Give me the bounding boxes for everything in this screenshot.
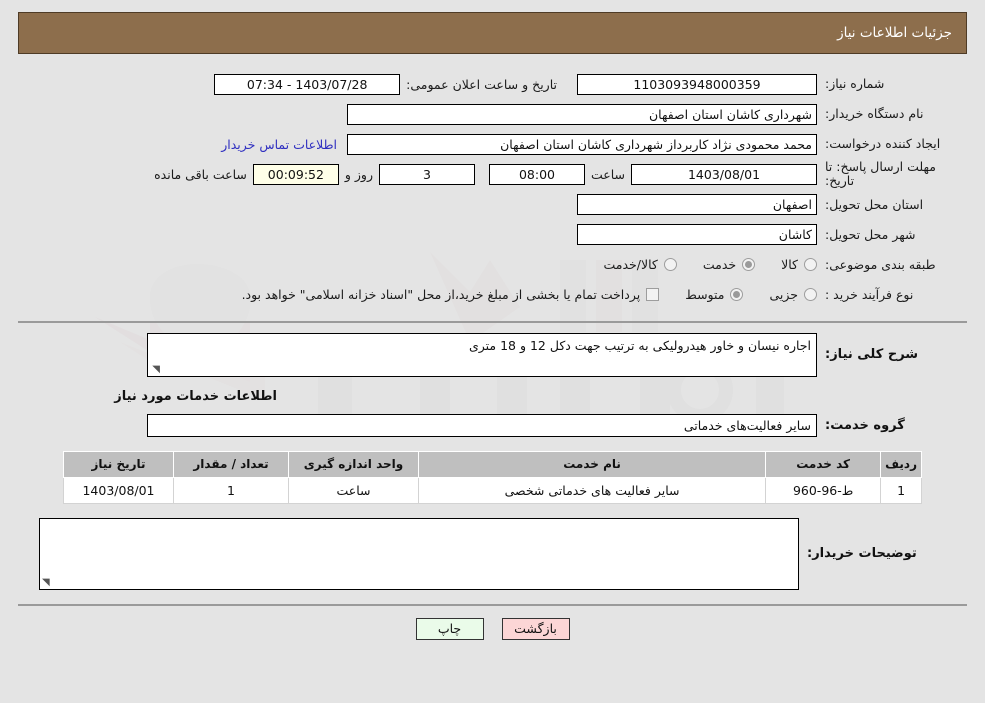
radio-icon-kala[interactable]: [804, 258, 817, 272]
th-unit: واحد اندازه گیری: [288, 450, 419, 478]
row-creator: ایجاد کننده درخواست: محمد محمودی نژاد کا…: [18, 130, 967, 158]
public-announce-label: تاریخ و ساعت اعلان عمومی:: [406, 76, 557, 92]
deadline-label: مهلت ارسال پاسخ: تا تاریخ:: [825, 159, 936, 189]
back-button[interactable]: بازگشت: [501, 617, 570, 640]
table-row: 1 ط-96-960 سایر فعالیت های خدماتی شخصی س…: [63, 476, 922, 504]
row-deadline: مهلت ارسال پاسخ: تا تاریخ: 1403/08/01 سا…: [18, 159, 967, 189]
category-option-khedmat[interactable]: خدمت: [702, 257, 756, 273]
process-option-motavaset-label: متوسط: [685, 287, 725, 303]
buyer-org-field[interactable]: شهرداری کاشان استان اصفهان: [347, 103, 817, 125]
print-button[interactable]: چاپ: [415, 617, 484, 640]
city-label: شهر محل تحویل:: [825, 226, 916, 242]
category-option-kala-khedmat[interactable]: کالا/خدمت: [603, 257, 677, 273]
th-need-date: تاریخ نیاز: [63, 450, 174, 478]
creator-label: ایجاد کننده درخواست:: [825, 136, 941, 152]
buyer-notes-textarea[interactable]: ◥: [39, 517, 799, 590]
services-section-title: اطلاعات خدمات مورد نیاز: [114, 388, 277, 404]
th-row-no: ردیف: [880, 450, 922, 478]
countdown-field: 00:09:52: [252, 163, 339, 185]
buyer-notes-row: توضیحات خریدار: ◥: [36, 517, 949, 590]
buyer-org-label: نام دستگاه خریدار:: [825, 106, 924, 122]
category-option-kala-label: کالا: [781, 257, 798, 273]
city-field[interactable]: کاشان: [577, 224, 817, 246]
cell-service-code: ط-96-960: [765, 476, 882, 504]
process-option-jozii-label: جزیی: [769, 287, 798, 303]
general-description-value: اجاره نیسان و خاور هیدرولیکی به ترتیب جه…: [468, 337, 811, 353]
th-service-name: نام خدمت: [417, 450, 767, 478]
category-option-khedmat-label: خدمت: [702, 257, 737, 273]
buyer-notes-label: توضیحات خریدار:: [807, 545, 917, 561]
general-description-label: شرح کلی نیاز:: [825, 347, 919, 363]
row-city: شهر محل تحویل: کاشان: [18, 221, 967, 249]
bottom-divider: [18, 603, 967, 606]
row-process-type: نوع فرآیند خرید : جزیی متوسط پرداخت تمام…: [18, 281, 967, 309]
cell-service-name: سایر فعالیت های خدماتی شخصی: [417, 476, 767, 504]
deadline-date-field[interactable]: 1403/08/01: [631, 163, 817, 185]
days-word-label: روز و: [344, 166, 373, 182]
category-option-kala[interactable]: کالا: [781, 257, 817, 272]
row-category: طبقه بندی موضوعی: کالا خدمت کالا/خدمت: [18, 251, 967, 279]
services-table-wrap: ردیف کد خدمت نام خدمت واحد اندازه گیری ت…: [63, 450, 922, 504]
need-info-panel: شماره نیاز: 1103093948000359 تاریخ و ساع…: [18, 64, 967, 323]
row-service-group: گروه خدمت: سایر فعالیت‌های خدماتی: [18, 413, 967, 437]
th-service-code: کد خدمت: [765, 450, 882, 478]
row-need-number: شماره نیاز: 1103093948000359 تاریخ و ساع…: [18, 70, 967, 98]
radio-icon-khedmat[interactable]: [742, 258, 756, 272]
page-title: جزئیات اطلاعات نیاز: [837, 25, 952, 41]
cell-quantity: 1: [173, 476, 289, 504]
row-general-description: شرح کلی نیاز: اجاره نیسان و خاور هیدرولی…: [18, 332, 967, 377]
cell-need-date: 1403/08/01: [63, 476, 174, 504]
page-title-bar: جزئیات اطلاعات نیاز: [18, 12, 967, 54]
process-option-jozii[interactable]: جزیی: [769, 287, 817, 302]
radio-icon-jozii[interactable]: [804, 288, 817, 302]
general-description-textarea[interactable]: اجاره نیسان و خاور هیدرولیکی به ترتیب جه…: [147, 332, 817, 377]
cell-unit: ساعت: [288, 476, 419, 504]
deadline-hour-field[interactable]: 08:00: [488, 163, 585, 185]
service-group-field[interactable]: سایر فعالیت‌های خدماتی: [147, 413, 817, 437]
row-province: استان محل تحویل: اصفهان: [18, 191, 967, 219]
need-number-field[interactable]: 1103093948000359: [577, 73, 817, 95]
remaining-days-field: 3: [378, 163, 475, 185]
table-header-row: ردیف کد خدمت نام خدمت واحد اندازه گیری ت…: [63, 450, 922, 478]
checkbox-icon-treasury-bond[interactable]: [646, 288, 660, 302]
hour-label: ساعت: [590, 166, 625, 182]
radio-icon-motavaset[interactable]: [730, 288, 744, 302]
th-quantity: تعداد / مقدار: [173, 450, 289, 478]
treasury-bond-option[interactable]: پرداخت تمام یا بخشی از مبلغ خرید،از محل …: [242, 287, 660, 302]
process-option-motavaset[interactable]: متوسط: [685, 287, 744, 303]
treasury-bond-note: پرداخت تمام یا بخشی از مبلغ خرید،از محل …: [241, 287, 641, 303]
process-type-label: نوع فرآیند خرید :: [825, 286, 914, 302]
need-number-label: شماره نیاز:: [825, 76, 885, 92]
province-field[interactable]: اصفهان: [577, 194, 817, 216]
resize-grip-icon-notes[interactable]: ◥: [42, 577, 50, 588]
category-label: طبقه بندی موضوعی:: [825, 256, 936, 272]
buyer-contact-link[interactable]: اطلاعات تماس خریدار: [211, 137, 347, 152]
resize-grip-icon[interactable]: ◥: [150, 364, 160, 375]
cell-row-no: 1: [880, 476, 922, 504]
service-group-label: گروه خدمت:: [825, 417, 905, 433]
page-root: جزئیات اطلاعات نیاز شماره نیاز: 11030939…: [0, 12, 985, 644]
remaining-word-label: ساعت باقی مانده: [154, 166, 247, 182]
province-label: استان محل تحویل:: [825, 196, 924, 212]
category-option-kala-khedmat-label: کالا/خدمت: [603, 257, 658, 273]
services-table: ردیف کد خدمت نام خدمت واحد اندازه گیری ت…: [63, 450, 922, 504]
radio-icon-kala-khedmat[interactable]: [663, 258, 677, 272]
row-buyer-org: نام دستگاه خریدار: شهرداری کاشان استان ا…: [18, 100, 967, 128]
public-announce-field[interactable]: 1403/07/28 - 07:34: [214, 73, 401, 95]
creator-field[interactable]: محمد محمودی نژاد کاربرداز شهرداری کاشان …: [347, 133, 817, 155]
need-description-panel: شرح کلی نیاز: اجاره نیسان و خاور هیدرولی…: [18, 323, 967, 644]
footer-button-bar: بازگشت چاپ: [18, 617, 967, 640]
